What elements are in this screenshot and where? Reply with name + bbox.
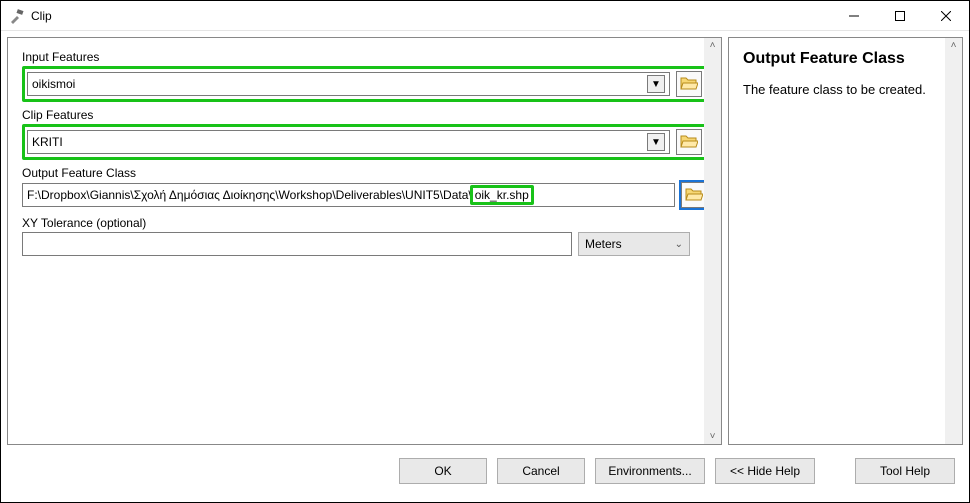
output-feature-class-row: F:\Dropbox\Giannis\Σχολή Δημόσιας Διοίκη… <box>22 182 707 208</box>
clip-features-value: KRITI <box>32 135 647 149</box>
xy-tolerance-units-select[interactable]: Meters ⌄ <box>578 232 690 256</box>
folder-open-icon <box>680 75 698 94</box>
title-bar: Clip <box>1 1 969 31</box>
scroll-up-icon[interactable]: ˄ <box>949 38 959 53</box>
clip-features-combo[interactable]: KRITI ▼ <box>27 130 670 154</box>
tool-help-button[interactable]: Tool Help <box>855 458 955 484</box>
chevron-down-icon: ⌄ <box>675 239 683 250</box>
folder-open-icon <box>685 186 703 205</box>
help-title: Output Feature Class <box>743 50 948 68</box>
browse-clip-features-button[interactable] <box>676 129 702 155</box>
xy-tolerance-row: Meters ⌄ <box>22 232 707 256</box>
output-path-prefix: F:\Dropbox\Giannis\Σχολή Δημόσιας Διοίκη… <box>27 188 472 202</box>
xy-tolerance-input[interactable] <box>22 232 572 256</box>
hammer-icon <box>9 8 25 24</box>
dialog-button-bar: OK Cancel Environments... << Hide Help T… <box>1 451 969 491</box>
xy-tolerance-label: XY Tolerance (optional) <box>22 216 707 230</box>
environments-button[interactable]: Environments... <box>595 458 705 484</box>
window-controls <box>831 1 969 30</box>
units-value: Meters <box>585 237 622 251</box>
parameters-panel: Input Features oikismoi ▼ Clip Features … <box>7 37 722 445</box>
clip-features-label: Clip Features <box>22 108 707 122</box>
output-feature-class-label: Output Feature Class <box>22 166 707 180</box>
ok-button[interactable]: OK <box>399 458 487 484</box>
input-features-value: oikismoi <box>32 77 647 91</box>
folder-open-icon <box>680 133 698 152</box>
window-title: Clip <box>31 9 831 23</box>
main-scrollbar[interactable]: ˄ ˅ <box>704 38 721 444</box>
hide-help-button[interactable]: << Hide Help <box>715 458 815 484</box>
maximize-button[interactable] <box>877 1 923 30</box>
cancel-button[interactable]: Cancel <box>497 458 585 484</box>
close-button[interactable] <box>923 1 969 30</box>
chevron-down-icon[interactable]: ▼ <box>647 133 665 151</box>
help-panel: Output Feature Class The feature class t… <box>728 37 963 445</box>
help-scrollbar[interactable]: ˄ <box>945 38 962 444</box>
input-features-row-highlight: oikismoi ▼ <box>22 66 707 102</box>
output-feature-class-input[interactable]: F:\Dropbox\Giannis\Σχολή Δημόσιας Διοίκη… <box>22 183 675 207</box>
input-features-label: Input Features <box>22 50 707 64</box>
scroll-up-icon[interactable]: ˄ <box>708 38 718 53</box>
output-filename-highlight: oik_kr.shp <box>470 185 534 205</box>
chevron-down-icon[interactable]: ▼ <box>647 75 665 93</box>
clip-features-row-highlight: KRITI ▼ <box>22 124 707 160</box>
help-body: The feature class to be created. <box>743 82 948 99</box>
browse-input-features-button[interactable] <box>676 71 702 97</box>
input-features-combo[interactable]: oikismoi ▼ <box>27 72 670 96</box>
scroll-down-icon[interactable]: ˅ <box>708 429 718 444</box>
minimize-button[interactable] <box>831 1 877 30</box>
